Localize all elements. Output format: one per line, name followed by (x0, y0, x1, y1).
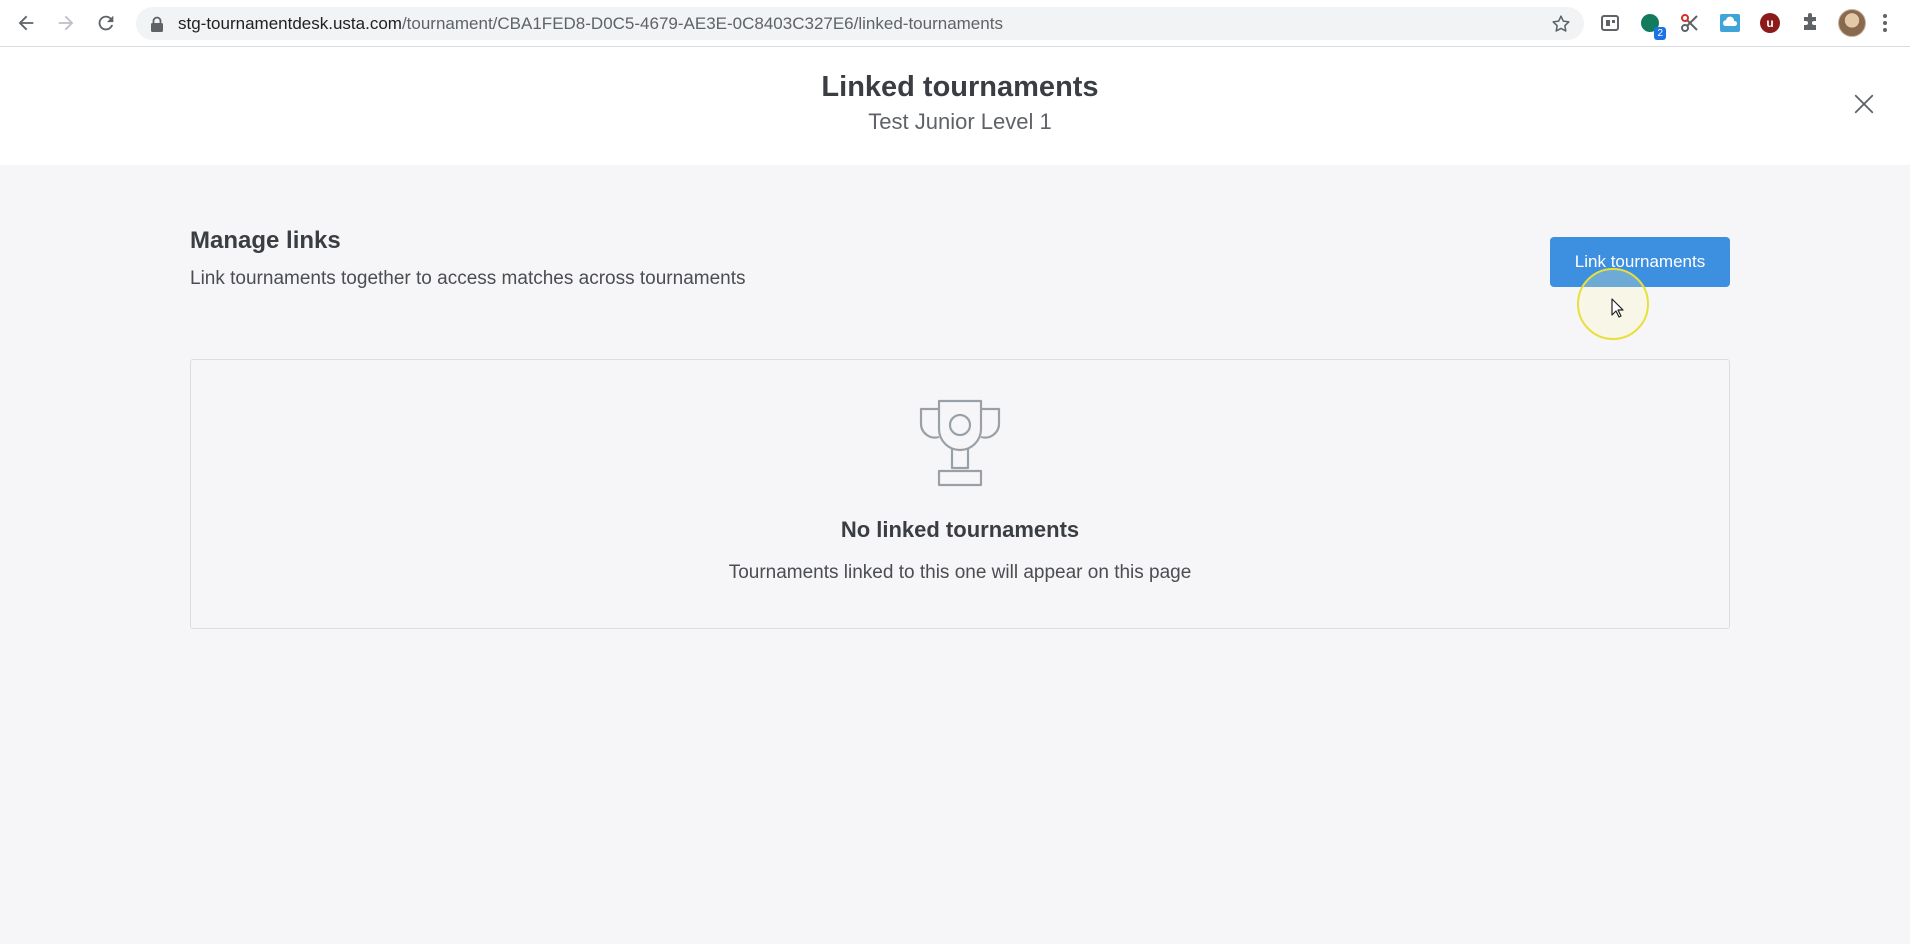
arrow-left-icon (18, 15, 34, 31)
page-subtitle: Test Junior Level 1 (868, 109, 1052, 134)
trophy-icon (919, 399, 1001, 487)
empty-state-title: No linked tournaments (840, 517, 1080, 542)
empty-state-card: No linked tournaments Tournaments linked… (190, 359, 1730, 629)
browser-toolbar: stg-tournamentdesk.usta.com/tournament/C… (0, 0, 1910, 47)
reload-icon (98, 15, 114, 31)
page-title: Linked tournaments (821, 71, 1099, 103)
extensions-puzzle-icon[interactable] (1798, 11, 1822, 35)
url-path: /tournament/CBA1FED8-D0C5-4679-AE3E-0C84… (401, 13, 1003, 33)
cloud-ext-icon[interactable] (1718, 11, 1742, 35)
arrow-right-icon (58, 15, 74, 31)
lock-icon (151, 16, 163, 32)
ext-badge: 2 (1654, 27, 1666, 40)
reload-button[interactable] (86, 3, 126, 43)
section-description: Link tournaments together to access matc… (190, 268, 746, 289)
mouse-cursor-icon (1611, 298, 1624, 318)
address-bar[interactable]: stg-tournamentdesk.usta.com/tournament/C… (136, 7, 1584, 40)
u-ext-icon[interactable]: u (1758, 11, 1782, 35)
more-vert-icon[interactable] (1882, 12, 1888, 34)
scissors-ext-icon[interactable] (1678, 11, 1702, 35)
close-icon (1854, 94, 1874, 114)
profile-avatar[interactable] (1838, 9, 1866, 37)
section-title: Manage links (190, 227, 341, 254)
back-button[interactable] (6, 3, 46, 43)
green-circle-ext-icon[interactable]: 2 (1638, 11, 1666, 40)
u-ext-label: u (1760, 13, 1780, 33)
close-button[interactable] (1852, 92, 1876, 116)
extensions-area: 2 u (1598, 8, 1888, 40)
empty-state-description: Tournaments linked to this one will appe… (728, 562, 1192, 583)
bookmark-star-icon[interactable] (1550, 13, 1572, 35)
app-header: Linked tournaments Test Junior Level 1 (0, 47, 1910, 165)
forward-button[interactable] (46, 3, 86, 43)
url-host: stg-tournamentdesk.usta.com (178, 13, 402, 33)
puzzle-ext-icon[interactable] (1598, 11, 1622, 35)
